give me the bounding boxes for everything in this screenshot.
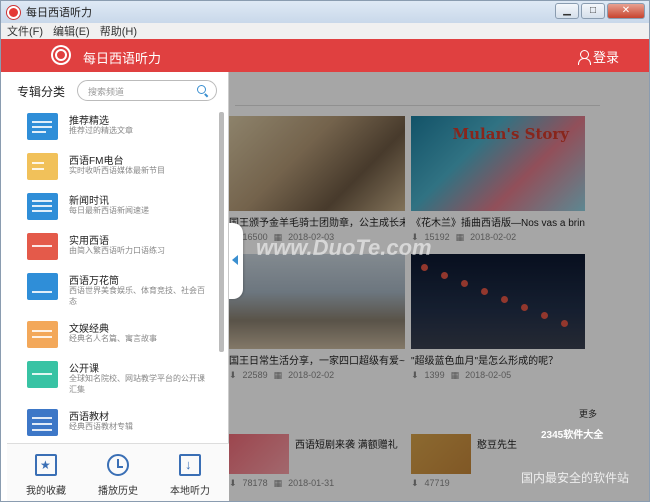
window-controls: ▁ □ ✕ xyxy=(555,3,645,19)
category-desc: 经典名人名篇、寓言故事 xyxy=(69,334,157,343)
local-label: 本地听力 xyxy=(170,486,210,497)
login-label: 登录 xyxy=(592,50,619,65)
search-placeholder: 搜索频道 xyxy=(88,87,125,97)
history-label: 播放历史 xyxy=(98,486,138,497)
category-desc: 由简入繁西语听力口语练习 xyxy=(69,246,165,255)
brand-logo-icon xyxy=(51,45,71,65)
panel-title: 专辑分类 xyxy=(17,85,66,99)
favorites-button[interactable]: 我的收藏 xyxy=(11,450,81,500)
title-bar: 每日西语听力 ▁ □ ✕ xyxy=(1,1,649,23)
local-button[interactable]: 本地听力 xyxy=(155,450,225,500)
book-icon xyxy=(27,321,58,348)
graduation-icon xyxy=(27,361,58,388)
app-logo-icon xyxy=(7,5,20,19)
news-icon xyxy=(27,193,58,220)
chevron-left-icon xyxy=(232,255,238,265)
kaleidoscope-icon xyxy=(27,273,58,300)
menu-bar: 文件(F) 编辑(E) 帮助(H) xyxy=(1,23,649,39)
category-item-textbook[interactable]: 西语教材 经典西语教材专辑 xyxy=(7,406,219,446)
textbook-icon xyxy=(27,409,58,436)
favorites-label: 我的收藏 xyxy=(26,486,66,497)
search-icon[interactable] xyxy=(197,85,208,96)
panel-header: 专辑分类 搜索频道 xyxy=(7,72,229,108)
clock-icon xyxy=(107,454,129,476)
menu-edit[interactable]: 编辑(E) xyxy=(53,23,90,39)
history-button[interactable]: 播放历史 xyxy=(83,450,153,500)
category-item-open-course[interactable]: 公开课 全球知名院校、网站教学平台的公开课汇集 xyxy=(7,358,219,406)
category-item-kaleidoscope[interactable]: 西语万花筒 西语世界美食娱乐、体育竞技、社会百态 xyxy=(7,270,219,318)
category-panel: 专辑分类 搜索频道 推荐精选 推荐过的精选文章 西语FM电台 实时收听西语媒体最… xyxy=(7,72,229,501)
corner-watermark-sub: 国内最安全的软件站 xyxy=(521,471,630,485)
login-button[interactable]: 登录 xyxy=(577,47,619,66)
category-list: 推荐精选 推荐过的精选文章 西语FM电台 实时收听西语媒体最新节目 新闻时讯 每… xyxy=(7,110,219,438)
category-desc: 推荐过的精选文章 xyxy=(69,126,133,135)
panel-bottom-bar: 我的收藏 播放历史 本地听力 xyxy=(7,443,229,501)
menu-file[interactable]: 文件(F) xyxy=(7,23,43,39)
watermark-text: www.DuoTe.com xyxy=(256,235,432,260)
channel-search-input[interactable]: 搜索频道 xyxy=(77,80,217,101)
download-icon xyxy=(179,454,201,476)
recommend-icon xyxy=(27,113,58,140)
category-item-classics[interactable]: 文娱经典 经典名人名篇、寓言故事 xyxy=(7,318,219,358)
panel-scrollbar[interactable] xyxy=(219,112,224,352)
category-desc: 每日最新西语新闻速递 xyxy=(69,206,149,215)
maximize-button[interactable]: □ xyxy=(581,3,605,19)
favorites-icon xyxy=(35,454,57,476)
category-item-practical[interactable]: 实用西语 由简入繁西语听力口语练习 xyxy=(7,230,219,270)
app-title: 每日西语听力 xyxy=(83,51,162,66)
category-desc: 全球知名院校、网站教学平台的公开课汇集 xyxy=(69,374,205,394)
category-item-recommend[interactable]: 推荐精选 推荐过的精选文章 xyxy=(7,110,219,150)
practical-icon xyxy=(27,233,58,260)
category-item-radio[interactable]: 西语FM电台 实时收听西语媒体最新节目 xyxy=(7,150,219,190)
app-header: 每日西语听力 登录 xyxy=(1,39,649,72)
user-icon xyxy=(577,49,591,65)
category-item-news[interactable]: 新闻时讯 每日最新西语新闻速递 xyxy=(7,190,219,230)
window-title: 每日西语听力 xyxy=(26,7,92,19)
app-window: 每日西语听力 ▁ □ ✕ 文件(F) 编辑(E) 帮助(H) 每日西语听力 登录… xyxy=(0,0,650,502)
minimize-button[interactable]: ▁ xyxy=(555,3,579,19)
panel-collapse-handle[interactable] xyxy=(229,223,243,299)
category-desc: 西语世界美食娱乐、体育竞技、社会百态 xyxy=(69,286,205,306)
close-button[interactable]: ✕ xyxy=(607,3,645,19)
category-desc: 实时收听西语媒体最新节目 xyxy=(69,166,165,175)
radio-icon xyxy=(27,153,58,180)
corner-watermark: 2345软件大全 xyxy=(541,430,604,441)
menu-help[interactable]: 帮助(H) xyxy=(100,23,137,39)
category-desc: 经典西语教材专辑 xyxy=(69,422,133,431)
